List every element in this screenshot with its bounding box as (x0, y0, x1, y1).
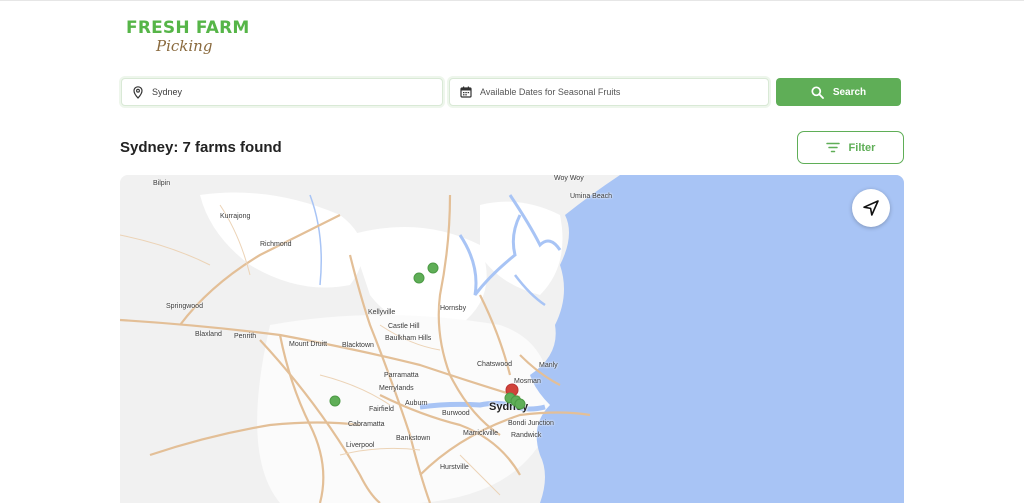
map-label-bilpin: Bilpin (153, 180, 171, 187)
map-label-bondi-junction: Bondi Junction (508, 420, 554, 427)
map-label-hurstville: Hurstville (440, 464, 469, 471)
filter-icon (825, 142, 840, 153)
map-label-merrylands: Merrylands (379, 385, 414, 392)
map-label-chatswood: Chatswood (477, 361, 513, 368)
my-location-button[interactable] (852, 189, 890, 227)
date-placeholder[interactable]: Available Dates for Seasonal Fruits (480, 87, 620, 97)
top-divider (0, 0, 1024, 1)
map-label-springwood: Springwood (166, 303, 203, 310)
map-label-burwood: Burwood (442, 410, 470, 417)
map-label-parramatta: Parramatta (384, 372, 419, 379)
location-field[interactable]: Sydney (121, 78, 443, 106)
location-value[interactable]: Sydney (152, 87, 182, 97)
farm-marker[interactable] (514, 398, 526, 410)
map-label-randwick: Randwick (511, 432, 542, 439)
map-label-blacktown: Blacktown (342, 342, 374, 349)
map-label-kellyville: Kellyville (368, 309, 396, 316)
farm-marker[interactable] (427, 262, 439, 274)
map-label-liverpool: Liverpool (346, 442, 375, 449)
map-label-manly: Manly (539, 362, 558, 369)
date-field[interactable]: Available Dates for Seasonal Fruits (449, 78, 769, 106)
map-label-richmond: Richmond (260, 241, 292, 248)
map-label-castle-hill: Castle Hill (388, 323, 420, 330)
map-label-blaxland: Blaxland (195, 331, 222, 338)
filter-label: Filter (848, 141, 876, 154)
map-label-hornsby: Hornsby (440, 305, 467, 312)
farm-marker[interactable] (413, 272, 425, 284)
map-label-cabramatta: Cabramatta (348, 421, 385, 428)
map-label-baulkham-hills: Baulkham Hills (385, 335, 432, 342)
navigation-arrow-icon (863, 200, 879, 216)
search-icon (811, 85, 824, 99)
logo-title: FRESH FARM (126, 18, 250, 38)
map-label-fairfield: Fairfield (369, 406, 394, 413)
calendar-icon (459, 85, 473, 99)
map-label-mount-druitt: Mount Druitt (289, 341, 328, 348)
location-pin-icon (131, 85, 145, 99)
map-label-penrith: Penrith (234, 333, 257, 340)
map-label-auburn: Auburn (405, 400, 428, 407)
map-label-woy-woy: Woy Woy (554, 175, 584, 182)
farm-marker[interactable] (329, 395, 341, 407)
brand-logo[interactable]: FRESH FARM Picking (126, 18, 249, 62)
map-label-kurrajong: Kurrajong (220, 213, 251, 220)
map-label-marrickville: Marrickville (463, 430, 498, 437)
search-button[interactable]: Search (776, 78, 901, 106)
search-bar: Sydney Available Dates for Seasonal Frui… (119, 76, 905, 107)
logo-subtitle: Picking (156, 37, 213, 55)
map-label-mosman: Mosman (514, 378, 541, 385)
map-label-umina-beach: Umina Beach (570, 193, 613, 200)
map-label-bankstown: Bankstown (396, 435, 431, 442)
filter-button[interactable]: Filter (797, 131, 904, 164)
farm-map[interactable]: Bilpin Woy Woy Umina Beach Kurrajong Ric… (120, 175, 904, 503)
search-button-label: Search (832, 86, 867, 98)
results-heading: Sydney: 7 farms found (120, 139, 282, 156)
